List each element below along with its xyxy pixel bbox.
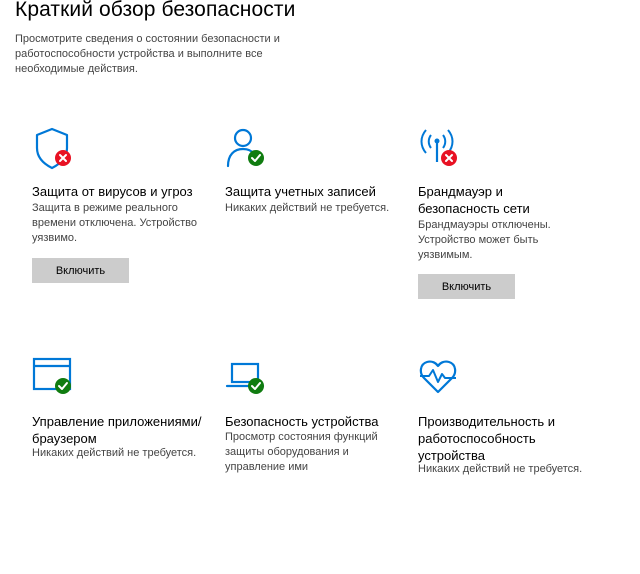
card-status: Защита в режиме реального времени отключ… — [32, 202, 198, 244]
device-health-icon — [419, 360, 457, 394]
card-device-health[interactable]: Производительность и работоспособность у… — [418, 356, 608, 486]
page-description: Просмотрите сведения о состоянии безопас… — [15, 33, 280, 75]
card-title: Защита от вирусов и угроз — [32, 184, 193, 199]
card-title: Производительность и работоспособность у… — [418, 414, 556, 463]
page-title: Краткий обзор безопасности — [15, 0, 296, 21]
enable-firewall-button[interactable]: Включить — [418, 274, 515, 299]
shield-error-icon — [35, 127, 71, 170]
firewall-error-icon — [420, 129, 457, 166]
card-virus-protection[interactable]: Защита от вирусов и угроз Защита в режим… — [32, 126, 222, 286]
card-status: Никаких действий не требуется. — [32, 447, 197, 459]
card-app-browser-control[interactable]: Управление приложениями/браузером Никаки… — [32, 356, 222, 466]
enable-virus-protection-button[interactable]: Включить — [32, 258, 129, 283]
card-status: Просмотр состояния функций защиты оборуд… — [225, 431, 378, 473]
card-title: Безопасность устройства — [225, 414, 379, 429]
card-title: Брандмауэр и безопасность сети — [418, 184, 530, 216]
app-browser-ok-icon — [32, 357, 72, 394]
card-title: Защита учетных записей — [225, 184, 376, 199]
card-status: Брандмауэры отключены. Устройство может … — [418, 219, 551, 261]
card-title: Управление приложениями/браузером — [32, 414, 202, 446]
card-firewall[interactable]: Брандмауэр и безопасность сети Брандмауэ… — [418, 126, 608, 306]
card-device-security[interactable]: Безопасность устройства Просмотр состоян… — [225, 356, 415, 476]
card-status: Никаких действий не требуется. — [418, 463, 583, 475]
device-security-ok-icon — [225, 362, 265, 394]
card-status: Никаких действий не требуется. — [225, 202, 390, 214]
card-account-protection[interactable]: Защита учетных записей Никаких действий … — [225, 126, 415, 226]
account-ok-icon — [226, 128, 264, 168]
